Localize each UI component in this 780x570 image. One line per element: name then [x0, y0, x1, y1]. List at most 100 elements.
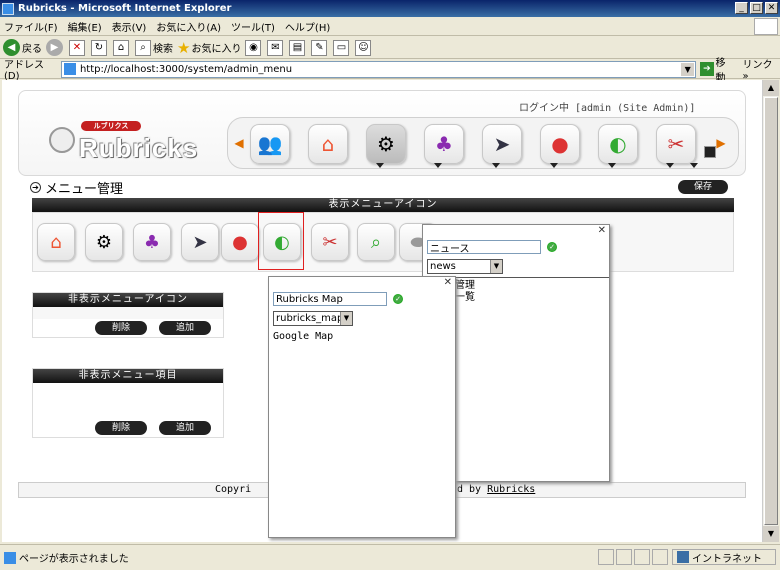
news-module-value: news: [430, 261, 456, 272]
favorites-button[interactable]: ★ お気に入り: [177, 39, 241, 57]
hidden-items-dropzone[interactable]: [33, 383, 223, 419]
news-name-input[interactable]: [427, 240, 541, 254]
menu-favorites[interactable]: お気に入り(A): [156, 19, 221, 34]
page-icon: [63, 63, 76, 75]
dropdown-icon[interactable]: [434, 163, 442, 168]
visible-search-icon[interactable]: ⌕: [357, 223, 395, 261]
dropdown-icon[interactable]: [492, 163, 500, 168]
nav-people-icon[interactable]: 👥: [250, 124, 290, 164]
delete-item-button[interactable]: 削除: [95, 421, 147, 435]
close-icon[interactable]: ✕: [444, 277, 452, 288]
hidden-items-buttons: 削除 追加: [33, 419, 223, 437]
footer-credit-prefix: d by: [457, 484, 482, 495]
search-button[interactable]: ⌕ 検索: [135, 39, 173, 57]
forward-arrow-icon: ▶: [46, 39, 63, 56]
scroll-left-icon[interactable]: ◀: [232, 136, 246, 156]
menu-help[interactable]: ヘルプ(H): [285, 19, 330, 34]
stop-button[interactable]: ✕: [69, 39, 87, 57]
visible-hierarchy-icon[interactable]: ♣: [133, 223, 171, 261]
menu-badge-icon[interactable]: [704, 146, 716, 158]
page-title-text: メニュー管理: [45, 182, 124, 197]
vertical-scrollbar[interactable]: ▲ ▼: [762, 80, 779, 542]
intranet-icon: [677, 551, 689, 563]
nav-photo-icon[interactable]: ✂: [656, 124, 696, 164]
refresh-icon: ↻: [91, 39, 107, 56]
media-button[interactable]: ◉: [245, 39, 263, 57]
back-button[interactable]: ◀ 戻る: [3, 39, 42, 57]
forward-button[interactable]: ▶: [46, 39, 65, 57]
menu-edit[interactable]: 編集(E): [68, 19, 102, 34]
visible-icons-area: ⌂ ⚙ ♣ ➤ ● ◐ ✂ ⌕ ⬬: [32, 212, 734, 272]
edit-button[interactable]: ✎: [311, 39, 329, 57]
nav-map-icon[interactable]: ◐: [598, 124, 638, 164]
window-controls: _ □ ✕: [735, 2, 778, 14]
menu-bar: ファイル(F) 編集(E) 表示(V) お気に入り(A) ツール(T) ヘルプ(…: [0, 17, 780, 36]
minimize-button[interactable]: _: [735, 2, 748, 14]
home-button[interactable]: ⌂: [113, 39, 131, 57]
address-input[interactable]: http://localhost:3000/system/admin_menu …: [60, 60, 697, 78]
footer-rubricks-link[interactable]: Rubricks: [487, 484, 535, 495]
media-icon: ◉: [245, 39, 262, 56]
refresh-button[interactable]: ↻: [91, 39, 109, 57]
messenger-button[interactable]: ☺: [355, 39, 373, 57]
nav-home-icon[interactable]: ⌂: [308, 124, 348, 164]
scroll-thumb[interactable]: [764, 97, 778, 525]
home-icon: ⌂: [113, 39, 129, 56]
dropdown-icon[interactable]: [690, 163, 698, 168]
selected-icon-highlight: [258, 212, 304, 270]
dropdown-icon[interactable]: [550, 163, 558, 168]
title-bar: Rubricks - Microsoft Internet Explorer _…: [0, 0, 780, 17]
map-list-item: Google Map: [273, 331, 334, 342]
nav-hierarchy-icon[interactable]: ♣: [424, 124, 464, 164]
visible-photo-icon[interactable]: ✂: [311, 223, 349, 261]
visible-home-icon[interactable]: ⌂: [37, 223, 75, 261]
maximize-button[interactable]: □: [750, 2, 763, 14]
map-name-input[interactable]: [273, 292, 387, 306]
window-title: Rubricks - Microsoft Internet Explorer: [18, 3, 232, 14]
confirm-check-icon[interactable]: ✓: [547, 242, 557, 252]
hidden-icons-dropzone[interactable]: [33, 307, 223, 319]
menu-file[interactable]: ファイル(F): [4, 19, 58, 34]
visible-apple-icon[interactable]: ●: [221, 223, 259, 261]
nav-apple-icon[interactable]: ●: [540, 124, 580, 164]
hidden-items-panel: 非表示メニュー項目 削除 追加: [32, 368, 224, 438]
menu-view[interactable]: 表示(V): [112, 19, 147, 34]
windows-logo-icon: [754, 18, 778, 35]
save-button[interactable]: 保存: [678, 180, 728, 194]
scroll-down-icon[interactable]: ▼: [763, 526, 779, 542]
dropdown-icon[interactable]: [666, 163, 674, 168]
map-module-select[interactable]: rubricks_map ▼: [273, 311, 353, 326]
add-icon-button[interactable]: 追加: [159, 321, 211, 335]
footer-credit: d by Rubricks: [457, 483, 535, 497]
visible-fish-icon[interactable]: ➤: [181, 223, 219, 261]
close-button[interactable]: ✕: [765, 2, 778, 14]
dropdown-icon[interactable]: [608, 163, 616, 168]
mail-button[interactable]: ✉: [267, 39, 285, 57]
favorites-label: お気に入り: [191, 44, 242, 55]
hidden-icons-buttons: 削除 追加: [33, 319, 223, 337]
delete-icon-button[interactable]: 削除: [95, 321, 147, 335]
links-button[interactable]: リンク »: [743, 56, 780, 82]
print-icon: ▤: [289, 39, 306, 56]
status-pane: [616, 549, 632, 565]
folder-button[interactable]: ▭: [333, 39, 351, 57]
toolbar: ◀ 戻る ▶ ✕ ↻ ⌂ ⌕ 検索 ★ お気に入り ◉ ✉ ▤ ✎ ▭ ☺: [0, 37, 780, 59]
nav-settings-icon[interactable]: ⚙: [366, 124, 406, 164]
close-icon[interactable]: ✕: [598, 225, 606, 236]
status-text: ページが表示されました: [19, 554, 129, 565]
print-button[interactable]: ▤: [289, 39, 307, 57]
menu-tools[interactable]: ツール(T): [231, 19, 275, 34]
status-bar: ページが表示されました イントラネット: [0, 544, 780, 570]
page-viewport: ルブリクス Rubricks ログイン中 [admin (Site Admin)…: [2, 80, 762, 542]
dropdown-icon[interactable]: [376, 163, 384, 168]
status-pane: [652, 549, 668, 565]
scroll-up-icon[interactable]: ▲: [763, 80, 779, 96]
hidden-items-header: 非表示メニュー項目: [33, 369, 223, 383]
news-module-select[interactable]: news ▼: [427, 259, 503, 274]
address-dropdown-icon[interactable]: ▼: [681, 62, 695, 76]
nav-fish-icon[interactable]: ➤: [482, 124, 522, 164]
scroll-right-icon[interactable]: ▶: [714, 136, 728, 156]
add-item-button[interactable]: 追加: [159, 421, 211, 435]
confirm-check-icon[interactable]: ✓: [393, 294, 403, 304]
visible-settings-icon[interactable]: ⚙: [85, 223, 123, 261]
